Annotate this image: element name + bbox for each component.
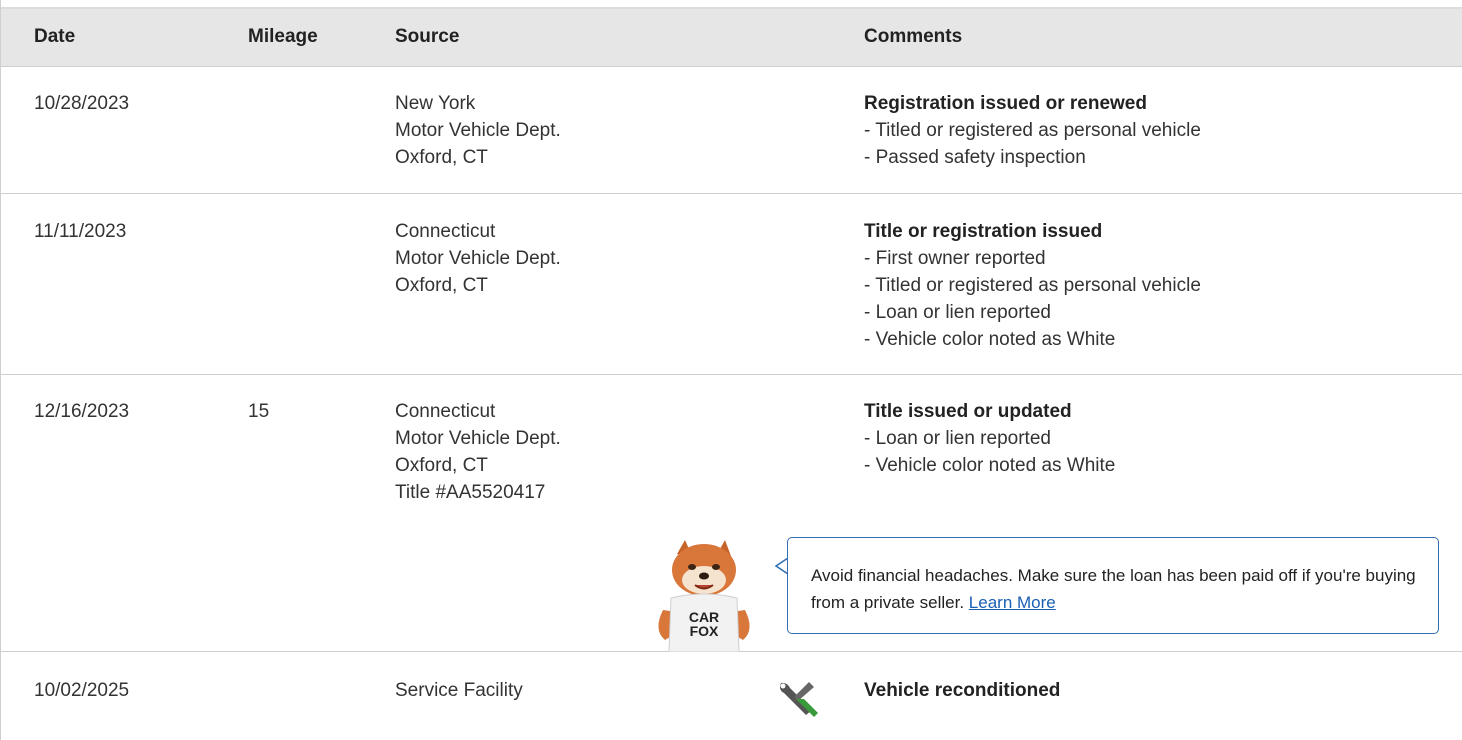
row-date: 12/16/2023 bbox=[34, 401, 130, 422]
source-line: Motor Vehicle Dept. bbox=[395, 428, 561, 449]
row-date: 10/28/2023 bbox=[34, 93, 130, 114]
row-date: 10/02/2025 bbox=[34, 680, 130, 701]
source-line: Oxford, CT bbox=[395, 147, 488, 168]
row-source: New York Motor Vehicle Dept. Oxford, CT bbox=[395, 90, 561, 171]
table-header bbox=[1, 9, 1462, 67]
row-comments: Title issued or updated - Loan or lien r… bbox=[864, 398, 1115, 479]
comment-title: Title issued or updated bbox=[864, 401, 1072, 422]
comment-title: Vehicle reconditioned bbox=[864, 680, 1061, 701]
source-line: Oxford, CT bbox=[395, 275, 488, 296]
comment-item: - Loan or lien reported bbox=[864, 302, 1051, 323]
carfox-mascot: CAR FOX bbox=[658, 540, 750, 652]
column-header-source: Source bbox=[395, 26, 460, 47]
comment-item: - Vehicle color noted as White bbox=[864, 455, 1116, 476]
source-line: Motor Vehicle Dept. bbox=[395, 248, 561, 269]
source-line: Service Facility bbox=[395, 680, 523, 701]
source-line: Connecticut bbox=[395, 221, 496, 242]
row-comments: Title or registration issued - First own… bbox=[864, 218, 1201, 353]
row-date: 11/11/2023 bbox=[34, 221, 127, 242]
row-source: Connecticut Motor Vehicle Dept. Oxford, … bbox=[395, 218, 561, 299]
row-comments: Vehicle reconditioned bbox=[864, 677, 1060, 704]
vehicle-history-table: Date Mileage Source Comments 10/28/2023 … bbox=[0, 0, 1462, 740]
source-line: Title #AA5520417 bbox=[395, 482, 546, 503]
column-header-date: Date bbox=[34, 26, 76, 47]
source-line: Connecticut bbox=[395, 401, 496, 422]
row-source: Service Facility bbox=[395, 677, 523, 704]
comment-item: - First owner reported bbox=[864, 248, 1046, 269]
table-row bbox=[1, 194, 1462, 375]
comment-item: - Passed safety inspection bbox=[864, 147, 1086, 168]
comment-title: Title or registration issued bbox=[864, 221, 1103, 242]
source-line: Motor Vehicle Dept. bbox=[395, 120, 561, 141]
row-mileage: 15 bbox=[248, 401, 270, 422]
learn-more-link[interactable]: Learn More bbox=[969, 593, 1056, 612]
tip-text: Avoid financial headaches. Make sure the… bbox=[811, 566, 1416, 612]
comment-item: - Titled or registered as personal vehic… bbox=[864, 275, 1201, 296]
comment-item: - Loan or lien reported bbox=[864, 428, 1051, 449]
comment-item: - Titled or registered as personal vehic… bbox=[864, 120, 1201, 141]
row-comments: Registration issued or renewed - Titled … bbox=[864, 90, 1201, 171]
wrench-screwdriver-icon bbox=[780, 682, 818, 717]
tip-message: Avoid financial headaches. Make sure the… bbox=[811, 562, 1421, 616]
table-row bbox=[1, 652, 1462, 740]
comment-item: - Vehicle color noted as White bbox=[864, 329, 1116, 350]
row-source: Connecticut Motor Vehicle Dept. Oxford, … bbox=[395, 398, 561, 506]
mascot-shirt-text: FOX bbox=[690, 623, 719, 639]
column-header-mileage: Mileage bbox=[248, 26, 318, 47]
table-row bbox=[1, 67, 1462, 194]
comment-title: Registration issued or renewed bbox=[864, 93, 1147, 114]
source-line: Oxford, CT bbox=[395, 455, 488, 476]
column-header-comments: Comments bbox=[864, 26, 963, 47]
source-line: New York bbox=[395, 93, 476, 114]
